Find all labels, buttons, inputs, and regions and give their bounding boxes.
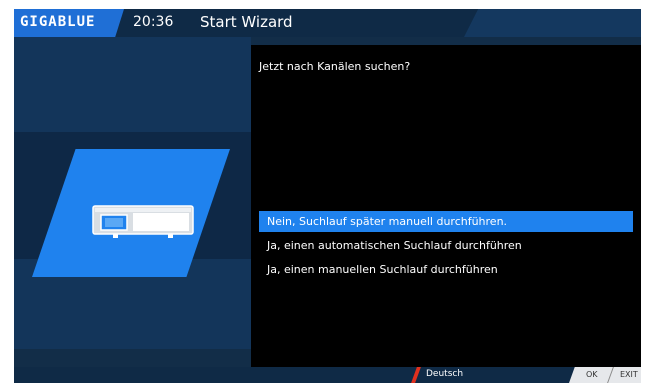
wizard-question: Jetzt nach Kanälen suchen? <box>259 60 411 73</box>
language-marker <box>411 367 421 383</box>
brand-logo: GIGABLUE <box>20 14 96 30</box>
option-scan-later[interactable]: Nein, Suchlauf später manuell durchführe… <box>259 211 633 232</box>
bottom-bar: Deutsch OK EXIT <box>14 367 641 383</box>
topbar-decoration <box>464 9 641 37</box>
wizard-panel: Jetzt nach Kanälen suchen? Nein, Suchlau… <box>251 45 641 367</box>
ok-button[interactable]: OK <box>586 370 598 379</box>
tv-screen: GIGABLUE 20:36 Start Wizard Jetzt nach K… <box>14 9 641 383</box>
brand-logo-block: GIGABLUE <box>14 9 124 37</box>
option-automatic-scan[interactable]: Ja, einen automatischen Suchlauf durchfü… <box>259 235 633 256</box>
language-label[interactable]: Deutsch <box>426 369 463 379</box>
option-manual-scan[interactable]: Ja, einen manuellen Suchlauf durchführen <box>259 259 633 280</box>
clock: 20:36 <box>133 14 174 30</box>
set-top-box-icon <box>92 205 194 238</box>
top-bar: GIGABLUE 20:36 Start Wizard <box>14 9 641 37</box>
page-title: Start Wizard <box>200 13 293 31</box>
exit-button[interactable]: EXIT <box>620 370 638 379</box>
background-band-top <box>14 37 251 132</box>
